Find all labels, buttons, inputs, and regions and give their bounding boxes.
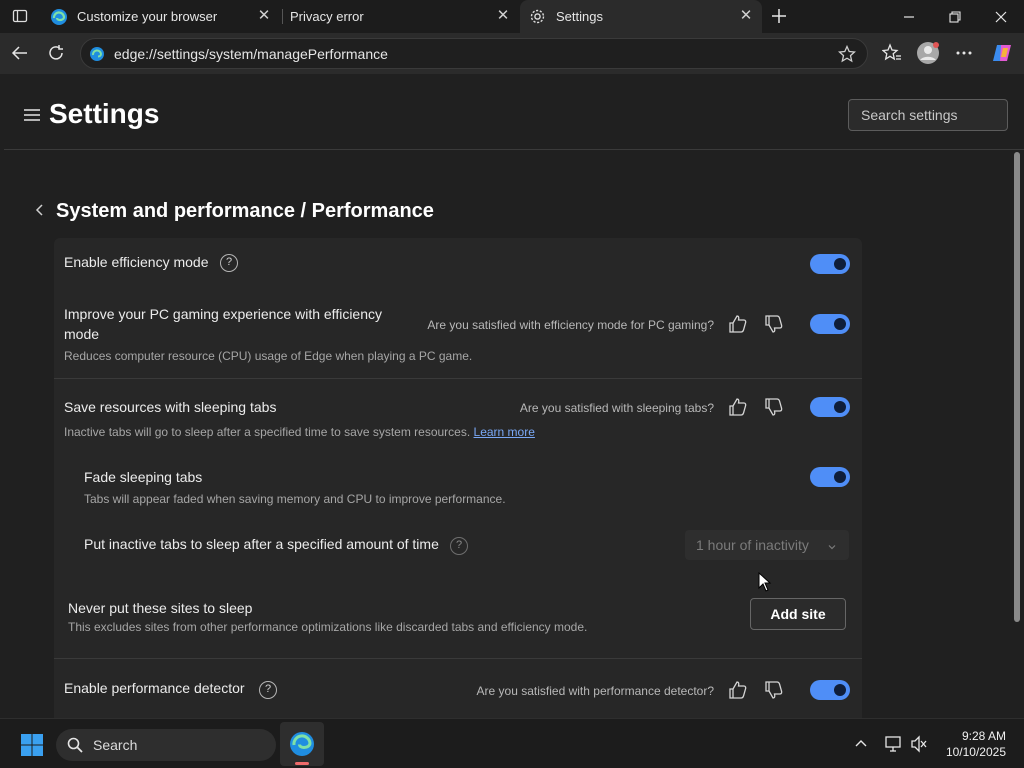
fade-sleeping-tabs-description: Tabs will appear faded when saving memor…: [84, 492, 506, 506]
gaming-title-cont: mode: [64, 326, 100, 342]
performance-detector-title: Enable performance detector: [64, 680, 245, 696]
tab-label: Privacy error: [290, 9, 364, 24]
efficiency-mode-toggle[interactable]: [810, 254, 850, 274]
taskbar-edge-button[interactable]: [280, 722, 324, 766]
restore-icon[interactable]: [932, 0, 978, 33]
help-icon[interactable]: ?: [259, 681, 277, 699]
sleeping-tabs-toggle[interactable]: [810, 397, 850, 417]
clock-time: 9:28 AM: [961, 729, 1006, 743]
chevron-up-icon[interactable]: [854, 737, 868, 751]
tab-settings[interactable]: Settings ✕: [520, 0, 762, 33]
address-url: edge://settings/system/managePerformance: [114, 46, 388, 62]
fade-sleeping-tabs-toggle[interactable]: [810, 467, 850, 487]
edge-logo-icon: [50, 8, 68, 26]
add-site-button[interactable]: Add site: [750, 598, 846, 630]
never-sleep-title: Never put these sites to sleep: [68, 600, 253, 616]
system-clock[interactable]: 9:28 AM 10/10/2025: [946, 728, 1006, 760]
edge-logo-icon: [289, 731, 315, 757]
edge-logo-icon: [89, 46, 105, 62]
thumbs-down-icon[interactable]: [763, 679, 785, 701]
close-icon[interactable]: [978, 0, 1024, 33]
tab-privacy-error[interactable]: Privacy error ✕: [283, 0, 519, 33]
profile-avatar-icon[interactable]: [914, 39, 942, 67]
tab-customize-browser[interactable]: Customize your browser ✕: [44, 0, 280, 33]
scrollbar[interactable]: [1012, 150, 1020, 718]
tab-strip: Customize your browser ✕ Privacy error ✕…: [0, 0, 1024, 33]
back-chevron-icon[interactable]: [32, 200, 46, 220]
gaming-title: Improve your PC gaming experience with e…: [64, 306, 383, 322]
plus-icon[interactable]: [765, 2, 793, 30]
gear-icon: [529, 8, 546, 25]
taskbar: Search 9:28 AM 10/10/2025: [0, 718, 1024, 768]
gaming-mode-toggle[interactable]: [810, 314, 850, 334]
more-options-icon[interactable]: [950, 39, 978, 67]
windows-start-icon[interactable]: [20, 733, 44, 757]
performance-detector-toggle[interactable]: [810, 680, 850, 700]
fade-sleeping-tabs-title: Fade sleeping tabs: [84, 469, 203, 485]
settings-page: Settings Search settings System and perf…: [4, 74, 1024, 718]
clock-date: 10/10/2025: [945, 745, 1006, 759]
back-arrow-icon[interactable]: [6, 39, 34, 67]
search-settings-input[interactable]: Search settings: [848, 99, 1008, 131]
display-icon[interactable]: [884, 735, 902, 753]
browser-toolbar: edge://settings/system/managePerformance: [0, 33, 1024, 74]
help-icon[interactable]: ?: [450, 537, 468, 555]
taskbar-search-label: Search: [93, 737, 138, 753]
thumbs-up-icon[interactable]: [727, 679, 749, 701]
performance-detector-feedback-prompt: Are you satisfied with performance detec…: [476, 684, 714, 698]
close-tab-icon[interactable]: ✕: [738, 8, 754, 24]
sleep-timer-title: Put inactive tabs to sleep after a speci…: [84, 536, 439, 552]
minimize-icon[interactable]: [886, 0, 932, 33]
chevron-down-icon: [827, 539, 837, 550]
favorite-star-icon[interactable]: [837, 44, 857, 63]
copilot-icon[interactable]: [988, 39, 1016, 67]
search-icon: [67, 737, 83, 753]
efficiency-mode-title: Enable efficiency mode: [64, 254, 209, 270]
sleeping-tabs-feedback-prompt: Are you satisfied with sleeping tabs?: [519, 401, 714, 415]
mouse-cursor-icon: [758, 571, 772, 592]
thumbs-up-icon[interactable]: [727, 396, 749, 418]
breadcrumb: System and performance / Performance: [56, 200, 434, 222]
gaming-description: Reduces computer resource (CPU) usage of…: [64, 349, 473, 363]
sleeping-tabs-title: Save resources with sleeping tabs: [64, 399, 277, 415]
sleeping-tabs-description: Inactive tabs will go to sleep after a s…: [64, 425, 535, 439]
gaming-feedback-prompt: Are you satisfied with efficiency mode f…: [427, 318, 714, 332]
thumbs-down-icon[interactable]: [763, 396, 785, 418]
refresh-icon[interactable]: [42, 39, 70, 67]
learn-more-link[interactable]: Learn more: [474, 425, 535, 439]
hamburger-menu-icon[interactable]: [24, 108, 40, 122]
settings-header: Settings Search settings: [4, 74, 1024, 150]
volume-muted-icon[interactable]: [910, 735, 928, 753]
tab-actions-icon[interactable]: [6, 2, 34, 30]
tab-label: Settings: [556, 9, 603, 24]
favorites-icon[interactable]: [878, 39, 906, 67]
taskbar-search[interactable]: Search: [56, 729, 276, 761]
tab-label: Customize your browser: [77, 9, 218, 24]
thumbs-down-icon[interactable]: [763, 313, 785, 335]
page-title: Settings: [49, 98, 160, 129]
address-bar[interactable]: edge://settings/system/managePerformance: [80, 38, 868, 69]
thumbs-up-icon[interactable]: [727, 313, 749, 335]
close-tab-icon[interactable]: ✕: [495, 8, 511, 24]
never-sleep-description: This excludes sites from other performan…: [68, 620, 588, 634]
help-icon[interactable]: ?: [220, 254, 238, 272]
sleep-timer-dropdown[interactable]: 1 hour of inactivity: [685, 530, 849, 560]
close-tab-icon[interactable]: ✕: [256, 8, 272, 24]
